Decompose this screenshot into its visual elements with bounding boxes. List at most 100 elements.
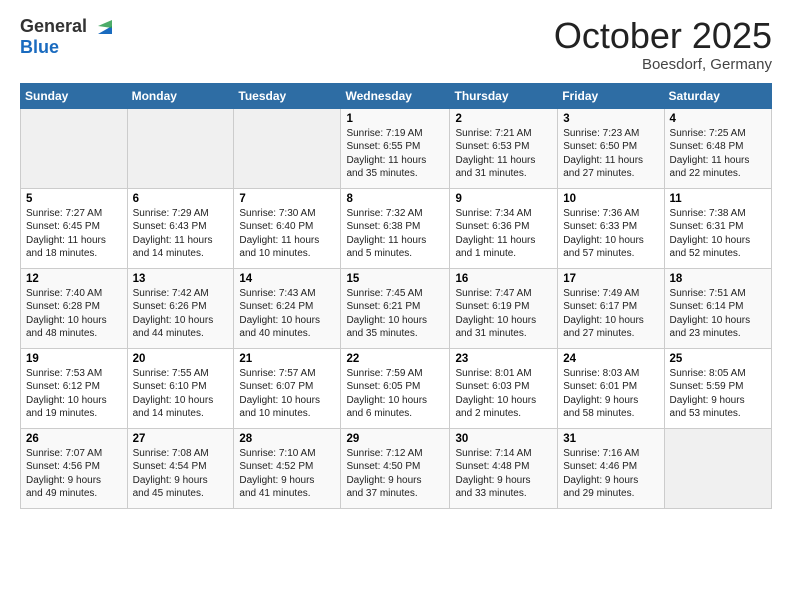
calendar-cell: 16 Sunrise: 7:47 AM Sunset: 6:19 PM Dayli… — [450, 268, 558, 348]
day-info: Sunrise: 7:10 AM Sunset: 4:52 PM Dayligh… — [239, 447, 335, 501]
day-number: 14 — [239, 273, 335, 285]
day-number: 5 — [26, 193, 122, 205]
day-number: 26 — [26, 433, 122, 445]
calendar-cell: 27 Sunrise: 7:08 AM Sunset: 4:54 PM Dayli… — [127, 428, 234, 508]
day-number: 21 — [239, 353, 335, 365]
day-info: Sunrise: 8:01 AM Sunset: 6:03 PM Dayligh… — [455, 367, 552, 421]
calendar-week-row: 26Sunrise: 7:07 AM Sunset: 4:56 PM Dayli… — [21, 428, 772, 508]
day-info: Sunrise: 7:12 AM Sunset: 4:50 PM Dayligh… — [346, 447, 444, 501]
calendar-cell: 6Sunrise: 7:29 AM Sunset: 6:43 PM Daylig… — [127, 188, 234, 268]
day-number: 1 — [346, 113, 444, 125]
day-info: Sunrise: 7:57 AM Sunset: 6:07 PM Dayligh… — [239, 367, 335, 421]
calendar-week-row: 19 Sunrise: 7:53 AM Sunset: 6:12 PM Dayli… — [21, 348, 772, 428]
calendar-cell — [21, 108, 128, 188]
calendar-cell: 14 Sunrise: 7:43 AM Sunset: 6:24 PM Dayli… — [234, 268, 341, 348]
day-info: Sunrise: 7:42 AM Sunset: 6:26 PM Dayligh… — [133, 287, 229, 341]
calendar-cell: 29 Sunrise: 7:12 AM Sunset: 4:50 PM Dayli… — [341, 428, 450, 508]
day-number: 17 — [563, 273, 658, 285]
day-number: 19 — [26, 353, 122, 365]
calendar-cell: 23Sunrise: 8:01 AM Sunset: 6:03 PM Dayli… — [450, 348, 558, 428]
day-number: 25 — [670, 353, 766, 365]
calendar-table: SundayMondayTuesdayWednesdayThursdayFrid… — [20, 83, 772, 509]
calendar-cell: 5 Sunrise: 7:27 AM Sunset: 6:45 PM Daylig… — [21, 188, 128, 268]
calendar-cell: 9 Sunrise: 7:34 AM Sunset: 6:36 PM Daylig… — [450, 188, 558, 268]
day-number: 27 — [133, 433, 229, 445]
calendar-header-sunday: Sunday — [21, 83, 128, 108]
calendar-cell: 22 Sunrise: 7:59 AM Sunset: 6:05 PM Dayli… — [341, 348, 450, 428]
day-info: Sunrise: 7:23 AM Sunset: 6:50 PM Dayligh… — [563, 127, 658, 181]
day-number: 15 — [346, 273, 444, 285]
day-info: Sunrise: 7:43 AM Sunset: 6:24 PM Dayligh… — [239, 287, 335, 341]
day-number: 16 — [455, 273, 552, 285]
day-info: Sunrise: 7:47 AM Sunset: 6:19 PM Dayligh… — [455, 287, 552, 341]
calendar-header-monday: Monday — [127, 83, 234, 108]
day-info: Sunrise: 7:51 AM Sunset: 6:14 PM Dayligh… — [670, 287, 766, 341]
calendar-header-friday: Friday — [558, 83, 664, 108]
day-number: 18 — [670, 273, 766, 285]
day-number: 12 — [26, 273, 122, 285]
calendar-header-thursday: Thursday — [450, 83, 558, 108]
calendar-header-saturday: Saturday — [664, 83, 771, 108]
day-number: 6 — [133, 193, 229, 205]
day-number: 29 — [346, 433, 444, 445]
day-info: Sunrise: 7:14 AM Sunset: 4:48 PM Dayligh… — [455, 447, 552, 501]
day-number: 2 — [455, 113, 552, 125]
day-number: 11 — [670, 193, 766, 205]
calendar-header-row: SundayMondayTuesdayWednesdayThursdayFrid… — [21, 83, 772, 108]
calendar-cell: 18 Sunrise: 7:51 AM Sunset: 6:14 PM Dayli… — [664, 268, 771, 348]
day-number: 22 — [346, 353, 444, 365]
calendar-cell: 24 Sunrise: 8:03 AM Sunset: 6:01 PM Dayli… — [558, 348, 664, 428]
day-number: 10 — [563, 193, 658, 205]
day-info: Sunrise: 7:45 AM Sunset: 6:21 PM Dayligh… — [346, 287, 444, 341]
calendar-header-tuesday: Tuesday — [234, 83, 341, 108]
header: General Blue October 2025 Boesdorf, Germ… — [20, 16, 772, 73]
day-info: Sunrise: 7:53 AM Sunset: 6:12 PM Dayligh… — [26, 367, 122, 421]
calendar-header-wednesday: Wednesday — [341, 83, 450, 108]
day-info: Sunrise: 7:27 AM Sunset: 6:45 PM Dayligh… — [26, 207, 122, 261]
calendar-cell: 11Sunrise: 7:38 AM Sunset: 6:31 PM Dayli… — [664, 188, 771, 268]
calendar-cell: 12 Sunrise: 7:40 AM Sunset: 6:28 PM Dayli… — [21, 268, 128, 348]
calendar-week-row: 5 Sunrise: 7:27 AM Sunset: 6:45 PM Daylig… — [21, 188, 772, 268]
calendar-cell: 4Sunrise: 7:25 AM Sunset: 6:48 PM Daylig… — [664, 108, 771, 188]
day-number: 4 — [670, 113, 766, 125]
day-info: Sunrise: 7:21 AM Sunset: 6:53 PM Dayligh… — [455, 127, 552, 181]
day-number: 8 — [346, 193, 444, 205]
day-number: 24 — [563, 353, 658, 365]
calendar-cell — [664, 428, 771, 508]
day-number: 3 — [563, 113, 658, 125]
calendar-cell — [127, 108, 234, 188]
day-info: Sunrise: 7:40 AM Sunset: 6:28 PM Dayligh… — [26, 287, 122, 341]
day-info: Sunrise: 8:05 AM Sunset: 5:59 PM Dayligh… — [670, 367, 766, 421]
day-info: Sunrise: 7:34 AM Sunset: 6:36 PM Dayligh… — [455, 207, 552, 261]
logo-icon — [94, 16, 116, 38]
day-info: Sunrise: 7:19 AM Sunset: 6:55 PM Dayligh… — [346, 127, 444, 181]
calendar-cell: 26Sunrise: 7:07 AM Sunset: 4:56 PM Dayli… — [21, 428, 128, 508]
calendar-cell: 3 Sunrise: 7:23 AM Sunset: 6:50 PM Daylig… — [558, 108, 664, 188]
logo-blue: Blue — [20, 37, 59, 57]
day-number: 28 — [239, 433, 335, 445]
calendar-cell: 19 Sunrise: 7:53 AM Sunset: 6:12 PM Dayli… — [21, 348, 128, 428]
day-info: Sunrise: 7:08 AM Sunset: 4:54 PM Dayligh… — [133, 447, 229, 501]
calendar-cell: 17Sunrise: 7:49 AM Sunset: 6:17 PM Dayli… — [558, 268, 664, 348]
calendar-cell: 30 Sunrise: 7:14 AM Sunset: 4:48 PM Dayli… — [450, 428, 558, 508]
title-month: October 2025 — [554, 16, 772, 56]
calendar-cell: 1 Sunrise: 7:19 AM Sunset: 6:55 PM Daylig… — [341, 108, 450, 188]
day-number: 20 — [133, 353, 229, 365]
day-info: Sunrise: 7:30 AM Sunset: 6:40 PM Dayligh… — [239, 207, 335, 261]
day-number: 31 — [563, 433, 658, 445]
calendar-week-row: 12 Sunrise: 7:40 AM Sunset: 6:28 PM Dayli… — [21, 268, 772, 348]
calendar-cell — [234, 108, 341, 188]
day-info: Sunrise: 8:03 AM Sunset: 6:01 PM Dayligh… — [563, 367, 658, 421]
title-location: Boesdorf, Germany — [554, 56, 772, 73]
day-number: 9 — [455, 193, 552, 205]
day-info: Sunrise: 7:16 AM Sunset: 4:46 PM Dayligh… — [563, 447, 658, 501]
calendar-cell: 31 Sunrise: 7:16 AM Sunset: 4:46 PM Dayli… — [558, 428, 664, 508]
calendar-cell: 10Sunrise: 7:36 AM Sunset: 6:33 PM Dayli… — [558, 188, 664, 268]
calendar-cell: 15 Sunrise: 7:45 AM Sunset: 6:21 PM Dayli… — [341, 268, 450, 348]
day-info: Sunrise: 7:59 AM Sunset: 6:05 PM Dayligh… — [346, 367, 444, 421]
day-number: 30 — [455, 433, 552, 445]
day-number: 13 — [133, 273, 229, 285]
day-number: 7 — [239, 193, 335, 205]
calendar-cell: 21 Sunrise: 7:57 AM Sunset: 6:07 PM Dayli… — [234, 348, 341, 428]
calendar-cell: 2 Sunrise: 7:21 AM Sunset: 6:53 PM Daylig… — [450, 108, 558, 188]
